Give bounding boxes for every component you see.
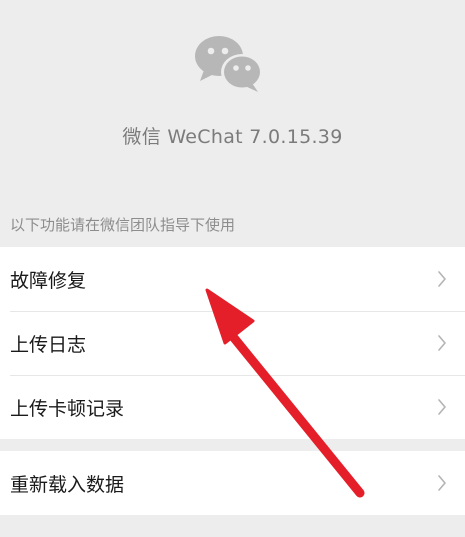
app-info-header: 微信 WeChat 7.0.15.39 [0,0,465,200]
chevron-right-icon [438,475,446,491]
menu-group-reload: 重新载入数据 [0,451,465,515]
chevron-right-icon [438,271,446,287]
app-version-label: 微信 WeChat 7.0.15.39 [122,126,343,148]
menu-item-label: 故障修复 [10,269,87,292]
wechat-logo-icon [195,36,263,92]
chevron-right-icon [438,335,446,351]
menu-item-upload-log[interactable]: 上传日志 [0,311,465,375]
menu-item-label: 上传卡顿记录 [10,397,125,420]
menu-item-reload-data[interactable]: 重新载入数据 [0,451,465,515]
menu-item-label: 重新载入数据 [10,473,125,496]
menu-item-upload-lag-record[interactable]: 上传卡顿记录 [0,375,465,439]
menu-item-fault-repair[interactable]: 故障修复 [0,247,465,311]
menu-item-label: 上传日志 [10,333,87,356]
chevron-right-icon [438,399,446,415]
menu-group-troubleshoot: 故障修复 上传日志 上传卡顿记录 [0,247,465,439]
section-note: 以下功能请在微信团队指导下使用 [10,216,236,234]
